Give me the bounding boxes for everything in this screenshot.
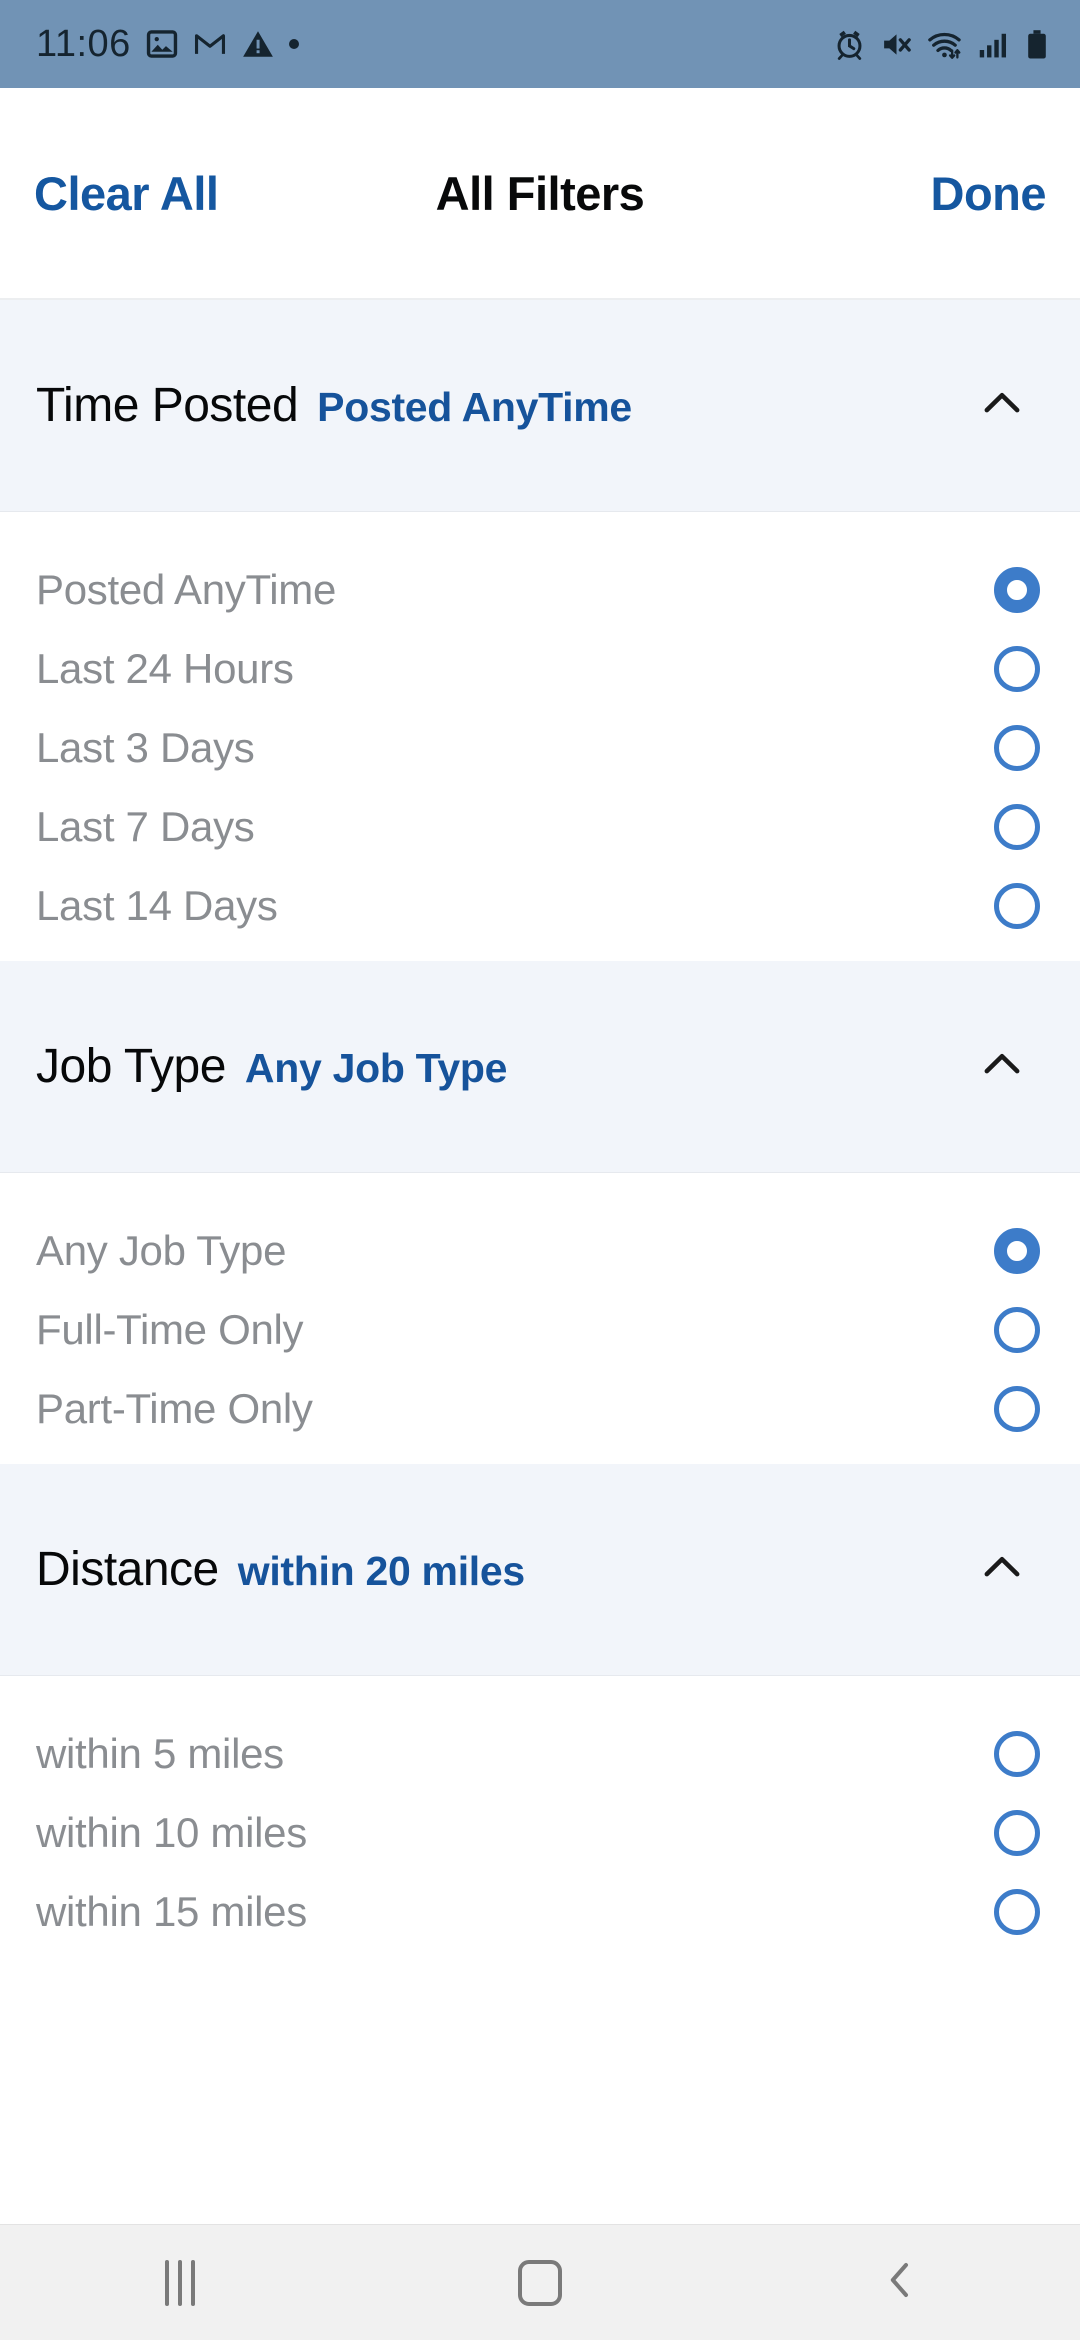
filter-option-label: Last 24 Hours [36,644,294,692]
filter-option-label: Last 7 Days [36,802,255,850]
chevron-up-icon[interactable] [976,377,1028,434]
wifi-icon [927,28,963,61]
done-button[interactable]: Done [931,166,1047,221]
filter-option-list: Any Job Type Full-Time Only Part-Time Only [0,1173,1080,1464]
android-nav-bar [0,2224,1080,2340]
home-icon [518,2259,562,2306]
filters-screen: 11:06 Clear All All Filters Done Time Po… [0,0,1080,2340]
filter-option-row[interactable]: Last 24 Hours [0,629,1080,708]
filters-list[interactable]: Time Posted Posted AnyTime Posted AnyTime L… [0,300,1080,2340]
filter-option-label: within 15 miles [36,1887,307,1935]
radio-button[interactable] [994,882,1040,929]
filter-option-row[interactable]: Last 3 Days [0,708,1080,787]
filter-option-row[interactable]: within 15 miles [0,1872,1080,1951]
filter-option-row[interactable]: Last 7 Days [0,787,1080,866]
radio-button[interactable] [994,1306,1040,1353]
filter-section-header[interactable]: Job Type Any Job Type [0,961,1080,1173]
signal-icon [977,28,1010,61]
filter-option-row[interactable]: within 5 miles [0,1714,1080,1793]
filter-section-title: Job Type [36,1040,226,1093]
filter-section-title: Distance [36,1543,219,1596]
page-title: All Filters [435,166,645,220]
filter-option-row[interactable]: within 10 miles [0,1793,1080,1872]
radio-button[interactable] [994,566,1040,613]
filter-option-label: within 5 miles [36,1729,284,1777]
filter-option-label: within 10 miles [36,1808,307,1856]
gmail-icon [193,27,227,61]
filter-option-row[interactable]: Any Job Type [0,1211,1080,1290]
status-bar-right [833,28,1050,61]
radio-button[interactable] [994,1730,1040,1777]
filter-section-header[interactable]: Time Posted Posted AnyTime [0,300,1080,512]
filter-section-value: Posted AnyTime [317,384,632,430]
filter-section-value: Any Job Type [244,1045,508,1091]
filter-option-label: Part-Time Only [36,1384,313,1432]
radio-button[interactable] [994,645,1040,692]
filter-option-row[interactable]: Part-Time Only [0,1369,1080,1448]
filter-option-row[interactable]: Full-Time Only [0,1290,1080,1369]
dot-icon [288,39,299,49]
filter-option-row[interactable]: Last 14 Days [0,866,1080,945]
status-bar: 11:06 [0,0,1080,88]
mute-icon [880,28,913,61]
warning-icon [241,27,275,61]
filter-section-header[interactable]: Distance within 20 miles [0,1464,1080,1676]
filter-option-label: Posted AnyTime [36,565,337,613]
filter-section-labels: Job Type Any Job Type [36,1039,976,1094]
filter-option-label: Any Job Type [36,1226,287,1274]
chevron-up-icon[interactable] [976,1541,1028,1598]
battery-icon [1024,28,1050,61]
radio-button[interactable] [994,803,1040,850]
back-button[interactable] [810,2225,990,2340]
filter-option-label: Full-Time Only [36,1305,304,1353]
photos-icon [145,27,179,61]
radio-button[interactable] [994,1227,1040,1274]
filter-option-label: Last 3 Days [36,723,255,771]
radio-button[interactable] [994,1888,1040,1935]
recents-icon [165,2259,195,2306]
filter-section-value: within 20 miles [237,1548,525,1594]
chevron-up-icon[interactable] [976,1038,1028,1095]
alarm-icon [833,28,866,61]
radio-button[interactable] [994,1809,1040,1856]
filter-option-list: within 5 miles within 10 miles within 15 m… [0,1676,1080,1967]
radio-button[interactable] [994,1385,1040,1432]
filter-option-label: Last 14 Days [36,881,278,929]
home-button[interactable] [450,2225,630,2340]
clear-all-button[interactable]: Clear All [34,166,219,221]
status-bar-left: 11:06 [36,23,299,66]
filter-section-labels: Distance within 20 miles [36,1542,976,1597]
filter-section-title: Time Posted [36,379,299,432]
filter-option-row[interactable]: Posted AnyTime [0,550,1080,629]
filter-option-list: Posted AnyTime Last 24 Hours Last 3 Days La… [0,512,1080,961]
back-icon [876,2256,924,2309]
filter-section-labels: Time Posted Posted AnyTime [36,378,976,433]
radio-button[interactable] [994,724,1040,771]
status-bar-clock: 11:06 [36,22,131,65]
recents-button[interactable] [90,2225,270,2340]
filters-header: Clear All All Filters Done [0,88,1080,300]
